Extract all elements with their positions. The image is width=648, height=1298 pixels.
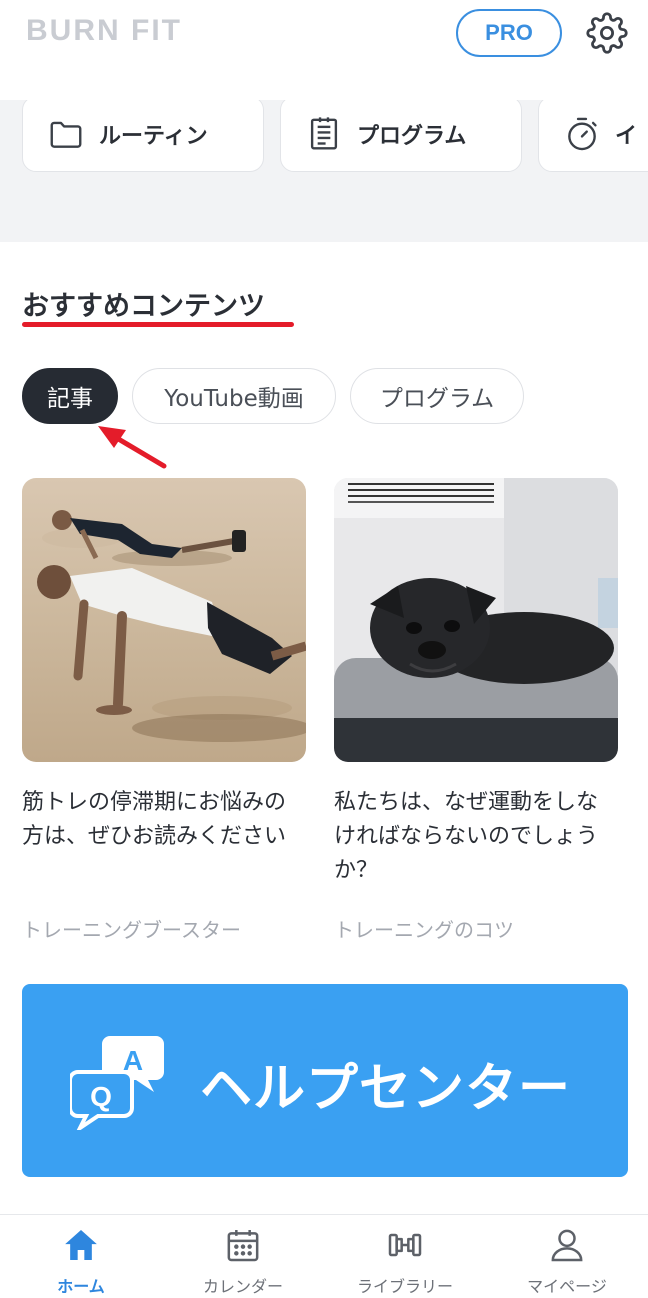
nav-home[interactable]: ホーム (0, 1215, 162, 1298)
dumbbell-icon (388, 1233, 422, 1257)
nav-mypage[interactable]: マイページ (486, 1215, 648, 1298)
quick-link-label: プログラム (357, 124, 467, 149)
article-card[interactable]: 私たちは、なぜ運動をしなければならないのでしょうか？ トレーニングのコツ (334, 478, 618, 942)
article-category: トレーニングのコツ (334, 918, 514, 942)
app-header: BURN FIT PRO (0, 0, 648, 100)
article-card[interactable]: 筋トレの停滞期にお悩みの方は、ぜひお読みください トレーニングブースター (22, 478, 306, 942)
qa-chat-icon: A Q (70, 1036, 164, 1130)
nav-label: マイページ (527, 1277, 607, 1296)
quick-link-timer[interactable]: イ (538, 100, 648, 172)
article-title: 私たちは、なぜ運動をしなければならないのでしょうか？ (334, 790, 599, 883)
calendar-icon (227, 1230, 259, 1262)
red-arrow-annotation (98, 426, 167, 469)
help-center-banner[interactable]: A Q ヘルプセンター (22, 984, 628, 1177)
quick-links-band: ルーティン プログラム イ (0, 100, 648, 242)
section-title: おすすめコンテンツ (22, 291, 265, 322)
article-title: 筋トレの停滞期にお悩みの方は、ぜひお読みください (22, 790, 287, 849)
pro-button[interactable]: PRO (456, 9, 562, 57)
black-pug-photo (334, 478, 618, 762)
nav-label: ライブラリー (356, 1277, 453, 1296)
nav-label: ホーム (57, 1277, 105, 1296)
help-q-letter: Q (90, 1081, 112, 1112)
tab-articles[interactable]: 記事 (22, 368, 118, 424)
app-logo: BURN FIT (26, 14, 182, 47)
home-icon (65, 1230, 97, 1260)
clipboard-list-icon (310, 117, 338, 150)
tab-program[interactable]: プログラム (350, 368, 524, 424)
article-category: トレーニングブースター (22, 918, 241, 942)
person-icon (551, 1229, 583, 1262)
gear-icon[interactable] (586, 12, 628, 54)
stopwatch-icon (568, 117, 597, 151)
nav-label: カレンダー (202, 1277, 283, 1296)
nav-library[interactable]: ライブラリー (324, 1215, 486, 1298)
push-up-beach-photo (22, 478, 306, 762)
title-underline-annotation (22, 322, 294, 327)
bottom-nav: ホーム カレンダー ライブラリー マイページ (0, 1214, 648, 1298)
quick-link-label: イ (615, 124, 638, 149)
quick-link-program[interactable]: プログラム (280, 100, 522, 172)
quick-link-routine[interactable]: ルーティン (22, 100, 264, 172)
nav-calendar[interactable]: カレンダー (162, 1215, 324, 1298)
tab-youtube[interactable]: YouTube動画 (132, 368, 336, 424)
folder-icon (50, 121, 82, 148)
quick-link-label: ルーティン (99, 124, 208, 149)
help-center-label: ヘルプセンター (200, 1059, 572, 1119)
